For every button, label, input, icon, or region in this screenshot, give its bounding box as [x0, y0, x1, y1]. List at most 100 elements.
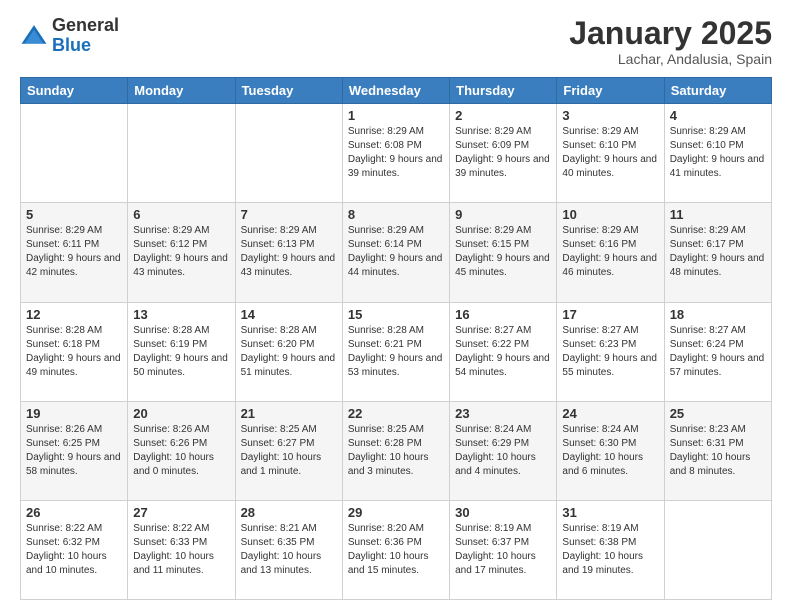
- logo-general-text: General: [52, 15, 119, 35]
- day-info: Sunrise: 8:29 AM Sunset: 6:10 PM Dayligh…: [562, 125, 658, 181]
- day-info: Sunrise: 8:24 AM Sunset: 6:30 PM Dayligh…: [562, 423, 658, 479]
- day-number: 6: [133, 207, 229, 222]
- weekday-header: Wednesday: [342, 78, 449, 104]
- day-number: 28: [241, 505, 337, 520]
- calendar-day-cell: 27 Sunrise: 8:22 AM Sunset: 6:33 PM Dayli…: [128, 500, 235, 599]
- day-info: Sunrise: 8:29 AM Sunset: 6:14 PM Dayligh…: [348, 224, 444, 280]
- calendar-empty-cell: [21, 104, 128, 203]
- day-info: Sunrise: 8:29 AM Sunset: 6:16 PM Dayligh…: [562, 224, 658, 280]
- weekday-header: Sunday: [21, 78, 128, 104]
- calendar-empty-cell: [128, 104, 235, 203]
- calendar-day-cell: 25 Sunrise: 8:23 AM Sunset: 6:31 PM Dayli…: [664, 401, 771, 500]
- day-info: Sunrise: 8:29 AM Sunset: 6:17 PM Dayligh…: [670, 224, 766, 280]
- calendar-day-cell: 12Sunrise: 8:28 AM Sunset: 6:18 PM Dayli…: [21, 302, 128, 401]
- day-number: 1: [348, 108, 444, 123]
- day-number: 17: [562, 307, 658, 322]
- day-number: 13: [133, 307, 229, 322]
- day-info: Sunrise: 8:28 AM Sunset: 6:20 PM Dayligh…: [241, 324, 337, 380]
- weekday-header: Tuesday: [235, 78, 342, 104]
- day-number: 21: [241, 406, 337, 421]
- day-number: 25: [670, 406, 766, 421]
- calendar-day-cell: 2 Sunrise: 8:29 AM Sunset: 6:09 PM Daylig…: [450, 104, 557, 203]
- day-info: Sunrise: 8:28 AM Sunset: 6:18 PM Dayligh…: [26, 324, 122, 380]
- calendar-day-cell: 22 Sunrise: 8:25 AM Sunset: 6:28 PM Dayli…: [342, 401, 449, 500]
- day-number: 18: [670, 307, 766, 322]
- day-info: Sunrise: 8:19 AM Sunset: 6:37 PM Dayligh…: [455, 522, 551, 578]
- day-info: Sunrise: 8:29 AM Sunset: 6:11 PM Dayligh…: [26, 224, 122, 280]
- day-number: 2: [455, 108, 551, 123]
- day-number: 29: [348, 505, 444, 520]
- day-info: Sunrise: 8:19 AM Sunset: 6:38 PM Dayligh…: [562, 522, 658, 578]
- day-info: Sunrise: 8:24 AM Sunset: 6:29 PM Dayligh…: [455, 423, 551, 479]
- day-info: Sunrise: 8:28 AM Sunset: 6:21 PM Dayligh…: [348, 324, 444, 380]
- calendar-day-cell: 23Sunrise: 8:24 AM Sunset: 6:29 PM Dayli…: [450, 401, 557, 500]
- month-year: January 2025: [569, 16, 772, 51]
- weekday-header: Monday: [128, 78, 235, 104]
- day-info: Sunrise: 8:29 AM Sunset: 6:15 PM Dayligh…: [455, 224, 551, 280]
- calendar-day-cell: 1 Sunrise: 8:29 AM Sunset: 6:08 PM Daylig…: [342, 104, 449, 203]
- day-number: 8: [348, 207, 444, 222]
- day-number: 30: [455, 505, 551, 520]
- day-number: 27: [133, 505, 229, 520]
- calendar-day-cell: 3 Sunrise: 8:29 AM Sunset: 6:10 PM Daylig…: [557, 104, 664, 203]
- calendar-empty-cell: [664, 500, 771, 599]
- day-number: 26: [26, 505, 122, 520]
- day-info: Sunrise: 8:27 AM Sunset: 6:22 PM Dayligh…: [455, 324, 551, 380]
- calendar-table: SundayMondayTuesdayWednesdayThursdayFrid…: [20, 77, 772, 600]
- logo-blue-text: Blue: [52, 35, 91, 55]
- day-info: Sunrise: 8:29 AM Sunset: 6:12 PM Dayligh…: [133, 224, 229, 280]
- day-info: Sunrise: 8:23 AM Sunset: 6:31 PM Dayligh…: [670, 423, 766, 479]
- page: General Blue January 2025 Lachar, Andalu…: [0, 0, 792, 612]
- logo-icon: [20, 22, 48, 50]
- calendar-day-cell: 4 Sunrise: 8:29 AM Sunset: 6:10 PM Daylig…: [664, 104, 771, 203]
- weekday-header: Friday: [557, 78, 664, 104]
- day-info: Sunrise: 8:25 AM Sunset: 6:27 PM Dayligh…: [241, 423, 337, 479]
- title-block: January 2025 Lachar, Andalusia, Spain: [569, 16, 772, 67]
- calendar-day-cell: 24 Sunrise: 8:24 AM Sunset: 6:30 PM Dayli…: [557, 401, 664, 500]
- day-info: Sunrise: 8:26 AM Sunset: 6:25 PM Dayligh…: [26, 423, 122, 479]
- day-number: 20: [133, 406, 229, 421]
- day-number: 14: [241, 307, 337, 322]
- calendar-day-cell: 17 Sunrise: 8:27 AM Sunset: 6:23 PM Dayli…: [557, 302, 664, 401]
- day-number: 16: [455, 307, 551, 322]
- calendar-week-row: 1 Sunrise: 8:29 AM Sunset: 6:08 PM Daylig…: [21, 104, 772, 203]
- day-info: Sunrise: 8:20 AM Sunset: 6:36 PM Dayligh…: [348, 522, 444, 578]
- day-number: 3: [562, 108, 658, 123]
- day-info: Sunrise: 8:29 AM Sunset: 6:08 PM Dayligh…: [348, 125, 444, 181]
- calendar-day-cell: 19 Sunrise: 8:26 AM Sunset: 6:25 PM Dayli…: [21, 401, 128, 500]
- day-info: Sunrise: 8:29 AM Sunset: 6:09 PM Dayligh…: [455, 125, 551, 181]
- calendar-day-cell: 7 Sunrise: 8:29 AM Sunset: 6:13 PM Daylig…: [235, 203, 342, 302]
- header: General Blue January 2025 Lachar, Andalu…: [20, 16, 772, 67]
- calendar-day-cell: 6 Sunrise: 8:29 AM Sunset: 6:12 PM Daylig…: [128, 203, 235, 302]
- calendar-day-cell: 8 Sunrise: 8:29 AM Sunset: 6:14 PM Daylig…: [342, 203, 449, 302]
- logo: General Blue: [20, 16, 119, 56]
- calendar-day-cell: 30 Sunrise: 8:19 AM Sunset: 6:37 PM Dayli…: [450, 500, 557, 599]
- day-number: 22: [348, 406, 444, 421]
- day-number: 24: [562, 406, 658, 421]
- calendar-day-cell: 16 Sunrise: 8:27 AM Sunset: 6:22 PM Dayli…: [450, 302, 557, 401]
- day-info: Sunrise: 8:27 AM Sunset: 6:24 PM Dayligh…: [670, 324, 766, 380]
- day-info: Sunrise: 8:29 AM Sunset: 6:13 PM Dayligh…: [241, 224, 337, 280]
- calendar-day-cell: 20Sunrise: 8:26 AM Sunset: 6:26 PM Dayli…: [128, 401, 235, 500]
- day-number: 11: [670, 207, 766, 222]
- calendar-day-cell: 28Sunrise: 8:21 AM Sunset: 6:35 PM Dayli…: [235, 500, 342, 599]
- day-info: Sunrise: 8:22 AM Sunset: 6:33 PM Dayligh…: [133, 522, 229, 578]
- day-info: Sunrise: 8:27 AM Sunset: 6:23 PM Dayligh…: [562, 324, 658, 380]
- calendar-header-row: SundayMondayTuesdayWednesdayThursdayFrid…: [21, 78, 772, 104]
- day-number: 7: [241, 207, 337, 222]
- day-number: 4: [670, 108, 766, 123]
- calendar-day-cell: 26Sunrise: 8:22 AM Sunset: 6:32 PM Dayli…: [21, 500, 128, 599]
- day-number: 19: [26, 406, 122, 421]
- day-info: Sunrise: 8:25 AM Sunset: 6:28 PM Dayligh…: [348, 423, 444, 479]
- calendar-week-row: 26Sunrise: 8:22 AM Sunset: 6:32 PM Dayli…: [21, 500, 772, 599]
- day-number: 5: [26, 207, 122, 222]
- calendar-day-cell: 13 Sunrise: 8:28 AM Sunset: 6:19 PM Dayli…: [128, 302, 235, 401]
- calendar-empty-cell: [235, 104, 342, 203]
- day-info: Sunrise: 8:28 AM Sunset: 6:19 PM Dayligh…: [133, 324, 229, 380]
- calendar-day-cell: 9Sunrise: 8:29 AM Sunset: 6:15 PM Daylig…: [450, 203, 557, 302]
- day-info: Sunrise: 8:29 AM Sunset: 6:10 PM Dayligh…: [670, 125, 766, 181]
- calendar-day-cell: 21 Sunrise: 8:25 AM Sunset: 6:27 PM Dayli…: [235, 401, 342, 500]
- weekday-header: Thursday: [450, 78, 557, 104]
- day-number: 31: [562, 505, 658, 520]
- calendar-week-row: 19 Sunrise: 8:26 AM Sunset: 6:25 PM Dayli…: [21, 401, 772, 500]
